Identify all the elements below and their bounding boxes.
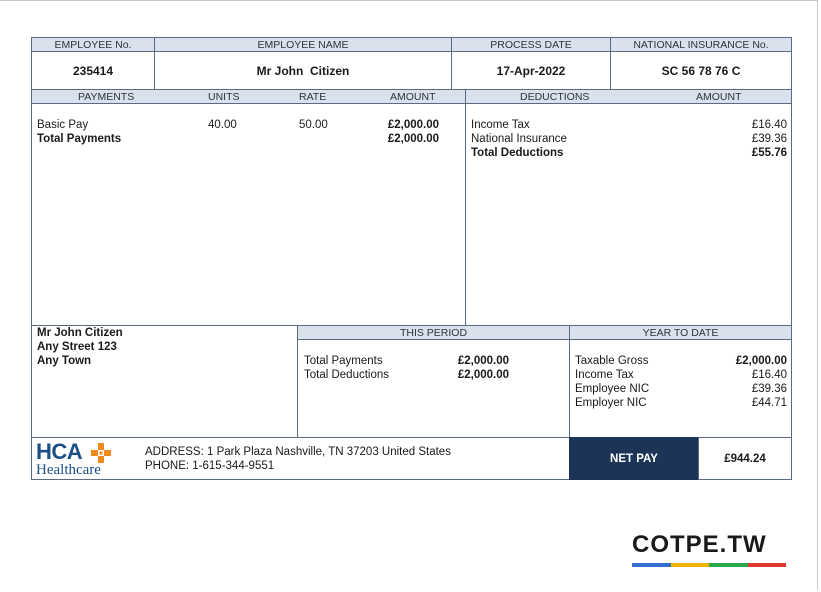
ytd-employee-nic-label: Employee NIC (575, 383, 650, 395)
deductions-panel: Income Tax £16.40 National Insurance £39… (465, 103, 792, 326)
employee-name-header: EMPLOYEE NAME (154, 37, 452, 52)
employee-no-value: 235414 (31, 51, 155, 90)
cotpe-watermark: COTPE.TW (632, 531, 792, 571)
ytd-employee-nic-value: £39.36 (751, 383, 787, 395)
payment-amount: £2,000.00 (387, 119, 439, 131)
ni-number-header: NATIONAL INSURANCE No. (610, 37, 792, 52)
rate-col-header: RATE (299, 91, 327, 103)
employee-address-panel: Mr John Citizen Any Street 123 Any Town (31, 325, 298, 438)
logo-cross-icon (91, 443, 111, 463)
hca-logo: HCA Healthcare (36, 439, 136, 479)
amount-col-header: AMOUNT (390, 91, 436, 103)
total-deductions-label: Total Deductions (471, 147, 564, 159)
period-total-deductions-value: £2,000.00 (457, 369, 509, 381)
total-deductions-amount: £55.76 (751, 147, 787, 159)
payment-name: Basic Pay (37, 119, 89, 131)
units-col-header: UNITS (208, 91, 240, 103)
ytd-employer-nic-label: Employer NIC (575, 397, 647, 409)
ytd-header: YEAR TO DATE (569, 325, 792, 340)
period-total-payments-label: Total Payments (304, 355, 383, 367)
watermark-color-bar (632, 563, 786, 567)
payment-rate: 50.00 (299, 119, 328, 131)
ytd-taxable-gross-value: £2,000.00 (735, 355, 787, 367)
ni-number-value: SC 56 78 76 C (610, 51, 792, 90)
deductions-amount-col-header: AMOUNT (696, 91, 742, 103)
address-town: Any Town (37, 355, 92, 367)
payments-panel: Basic Pay 40.00 50.00 £2,000.00 Total Pa… (31, 103, 466, 326)
company-footer: HCA Healthcare ADDRESS: 1 Park Plaza Nas… (31, 437, 570, 480)
payments-header-bar: PAYMENTS UNITS RATE AMOUNT (31, 89, 466, 104)
address-name: Mr John Citizen (37, 327, 123, 339)
deduction-ni-amount: £39.36 (751, 133, 787, 145)
period-total-deductions-label: Total Deductions (304, 369, 390, 381)
net-pay-value: £944.24 (698, 437, 792, 480)
ytd-employer-nic-value: £44.71 (751, 397, 787, 409)
ytd-income-tax-label: Income Tax (575, 369, 634, 381)
employee-no-header: EMPLOYEE No. (31, 37, 155, 52)
watermark-text: COTPE.TW (632, 531, 767, 558)
ytd-income-tax-value: £16.40 (751, 369, 787, 381)
this-period-header: THIS PERIOD (297, 325, 570, 340)
ytd-taxable-gross-label: Taxable Gross (575, 355, 649, 367)
period-total-payments-value: £2,000.00 (457, 355, 509, 367)
logo-subtext: Healthcare (36, 462, 101, 478)
total-payments-label: Total Payments (37, 133, 122, 145)
employee-name-value: Mr John Citizen (154, 51, 452, 90)
total-payments-amount: £2,000.00 (387, 133, 439, 145)
deductions-header-bar: DEDUCTIONS AMOUNT (465, 89, 792, 104)
payments-col-header: PAYMENTS (78, 91, 135, 103)
net-pay-label: NET PAY (569, 437, 699, 480)
payment-units: 40.00 (208, 119, 237, 131)
deduction-ni-label: National Insurance (471, 133, 567, 145)
process-date-value: 17-Apr-2022 (451, 51, 611, 90)
company-phone: PHONE: 1-615-344-9551 (145, 460, 275, 472)
deduction-income-tax-amount: £16.40 (751, 119, 787, 131)
deductions-col-header: DEDUCTIONS (520, 91, 590, 103)
ytd-panel: Taxable Gross £2,000.00 Income Tax £16.4… (569, 339, 792, 438)
this-period-panel: Total Payments £2,000.00 Total Deduction… (297, 339, 570, 438)
address-street: Any Street 123 (37, 341, 117, 353)
company-address: ADDRESS: 1 Park Plaza Nashville, TN 3720… (145, 446, 451, 458)
deduction-income-tax-label: Income Tax (471, 119, 530, 131)
process-date-header: PROCESS DATE (451, 37, 611, 52)
